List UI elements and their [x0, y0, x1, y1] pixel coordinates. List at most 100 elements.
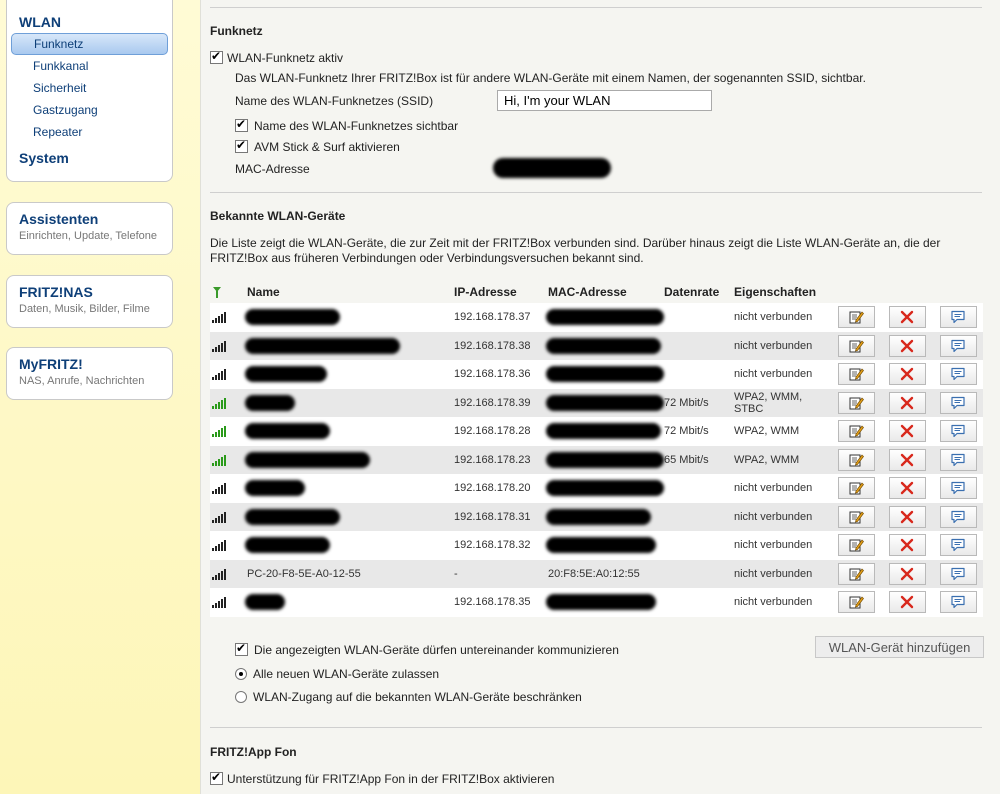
nav-item-sicherheit[interactable]: Sicherheit [11, 77, 168, 99]
redacted-text [546, 451, 664, 468]
wlan-active-checkbox[interactable] [210, 49, 223, 64]
nav-item-funknetz[interactable]: Funknetz [11, 33, 168, 55]
nav-heading-wlan[interactable]: WLAN [7, 11, 172, 33]
add-device-button[interactable]: WLAN-Gerät hinzufügen [815, 636, 984, 658]
restrict-label: WLAN-Zugang auf die bekannten WLAN-Gerät… [253, 690, 582, 704]
communicate-checkbox[interactable] [235, 641, 248, 656]
delete-button[interactable] [888, 391, 926, 414]
ssid-visible-checkbox[interactable] [235, 117, 248, 132]
fritzapp-support-checkbox[interactable] [210, 770, 223, 785]
device-mac [546, 332, 664, 361]
column-header-name[interactable]: Name [247, 281, 452, 303]
delete-button[interactable] [888, 448, 926, 471]
nav-card-subtitle: Einrichten, Update, Telefone [19, 230, 157, 242]
message-button[interactable] [939, 448, 977, 471]
message-cell [939, 332, 977, 361]
nav-card-fritznas[interactable]: FRITZ!NAS Daten, Musik, Bilder, Filme [6, 275, 173, 328]
column-header-rate[interactable]: Datenrate [664, 281, 734, 303]
nav-card-assistenten[interactable]: Assistenten Einrichten, Update, Telefone [6, 202, 173, 255]
allow-all-radio[interactable] [235, 668, 247, 680]
edit-button[interactable] [837, 363, 875, 386]
edit-icon [849, 454, 864, 467]
device-props: WPA2, WMM, STBC [734, 390, 803, 415]
edit-cell [837, 474, 875, 503]
edit-button[interactable] [837, 448, 875, 471]
message-button[interactable] [939, 306, 977, 329]
communicate-row: Die angezeigten WLAN-Geräte dürfen unter… [235, 641, 619, 657]
delete-cell [888, 588, 926, 617]
delete-button[interactable] [888, 363, 926, 386]
nav-heading-system[interactable]: System [7, 147, 172, 169]
divider [210, 192, 982, 193]
nav-item-funkkanal[interactable]: Funkkanal [11, 55, 168, 77]
stick-surf-checkbox[interactable] [235, 138, 248, 153]
message-button[interactable] [939, 477, 977, 500]
redacted-text [546, 480, 664, 497]
device-name [245, 303, 452, 332]
delete-cell [888, 303, 926, 332]
delete-button[interactable] [888, 562, 926, 585]
delete-button[interactable] [888, 420, 926, 443]
device-mac [546, 360, 664, 389]
speech-bubble-icon [951, 539, 965, 552]
restrict-radio[interactable] [235, 691, 247, 703]
nav-item-repeater[interactable]: Repeater [11, 121, 168, 143]
device-mac [546, 531, 664, 560]
edit-button[interactable] [837, 334, 875, 357]
message-cell [939, 303, 977, 332]
column-header-ip[interactable]: IP-Adresse [454, 281, 548, 303]
edit-button[interactable] [837, 505, 875, 528]
delete-button[interactable] [888, 591, 926, 614]
delete-button[interactable] [888, 306, 926, 329]
edit-button[interactable] [837, 562, 875, 585]
section-heading-funknetz: Funknetz [210, 24, 263, 38]
edit-cell [837, 531, 875, 560]
device-props: nicht verbunden [734, 510, 813, 523]
message-button[interactable] [939, 391, 977, 414]
message-button[interactable] [939, 363, 977, 386]
edit-button[interactable] [837, 477, 875, 500]
device-mac [546, 417, 664, 446]
delete-button[interactable] [888, 505, 926, 528]
message-button[interactable] [939, 334, 977, 357]
delete-button[interactable] [888, 477, 926, 500]
edit-button[interactable] [837, 534, 875, 557]
message-button[interactable] [939, 562, 977, 585]
nav-card-myfritz[interactable]: MyFRITZ! NAS, Anrufe, Nachrichten [6, 347, 173, 400]
message-button[interactable] [939, 591, 977, 614]
delete-icon [900, 339, 914, 352]
message-cell [939, 446, 977, 475]
ssid-input[interactable] [497, 90, 712, 111]
device-props: WPA2, WMM [734, 425, 800, 438]
nav-card-title: Assistenten [19, 211, 99, 227]
message-button[interactable] [939, 420, 977, 443]
divider [210, 7, 982, 8]
message-button[interactable] [939, 505, 977, 528]
table-row: 192.168.178.38 nicht verbunden [210, 331, 983, 361]
edit-icon [849, 311, 864, 324]
edit-button[interactable] [837, 391, 875, 414]
delete-button[interactable] [888, 534, 926, 557]
nav-item-gastzugang[interactable]: Gastzugang [11, 99, 168, 121]
nav-card-subtitle: NAS, Anrufe, Nachrichten [19, 375, 145, 387]
device-mac-text: 20:F8:5E:A0:12:55 [548, 567, 640, 580]
edit-cell [837, 332, 875, 361]
speech-bubble-icon [951, 596, 965, 609]
antenna-icon [212, 281, 244, 303]
message-button[interactable] [939, 534, 977, 557]
edit-button[interactable] [837, 420, 875, 443]
column-header-mac[interactable]: MAC-Adresse [548, 281, 664, 303]
table-row: 192.168.178.36 nicht verbunden [210, 360, 983, 389]
device-name [245, 332, 452, 361]
edit-icon [849, 425, 864, 438]
table-row: 192.168.178.23 65 Mbit/s WPA2, WMM [210, 445, 983, 475]
section-heading-fritzapp: FRITZ!App Fon [210, 745, 297, 759]
delete-button[interactable] [888, 334, 926, 357]
edit-button[interactable] [837, 591, 875, 614]
device-rate [664, 531, 734, 560]
column-header-props[interactable]: Eigenschaften [734, 281, 834, 303]
divider [210, 727, 982, 728]
redacted-text [546, 594, 656, 611]
edit-cell [837, 303, 875, 332]
edit-button[interactable] [837, 306, 875, 329]
